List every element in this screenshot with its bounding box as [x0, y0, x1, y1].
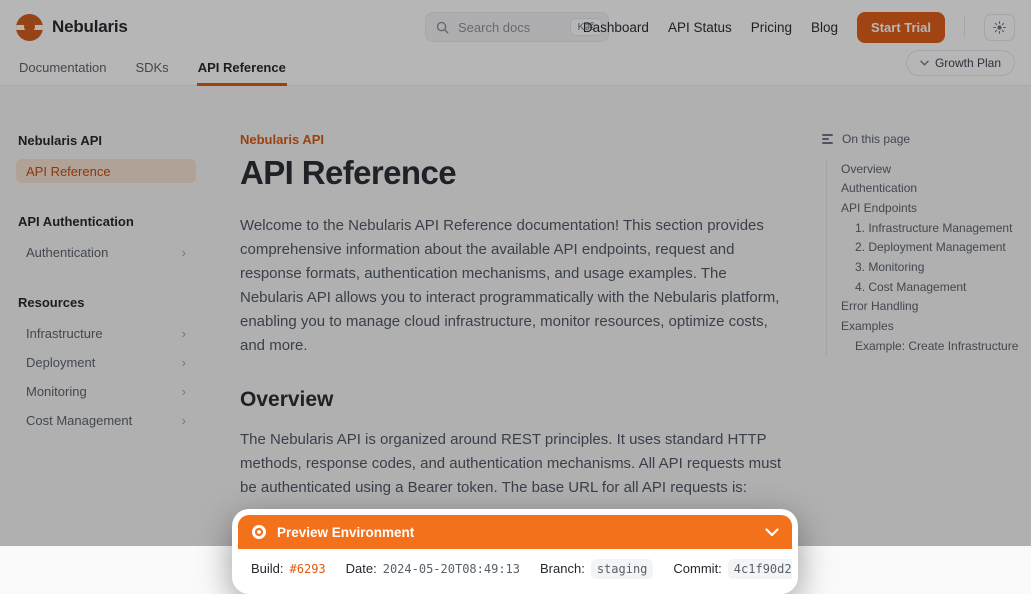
chevron-down-icon	[765, 528, 779, 537]
eye-icon	[251, 524, 267, 540]
date-label: Date:	[346, 561, 377, 576]
date-value: 2024-05-20T08:49:13	[383, 562, 520, 576]
preview-environment-details: Build: #6293 Date: 2024-05-20T08:49:13 B…	[238, 549, 792, 588]
collapse-button[interactable]	[765, 528, 779, 537]
preview-environment-title: Preview Environment	[277, 525, 414, 540]
build-value[interactable]: #6293	[290, 562, 326, 576]
commit-label: Commit:	[673, 561, 721, 576]
page: Nebularis K⌘ Dashboard API Status Pricin…	[0, 0, 1031, 546]
build-label: Build:	[251, 561, 284, 576]
branch-value: staging	[591, 559, 654, 579]
branch-info: Branch: staging	[540, 559, 653, 579]
preview-environment-header[interactable]: Preview Environment	[238, 515, 792, 549]
build-info: Build: #6293	[251, 561, 326, 576]
preview-environment-inner: Preview Environment Build: #6293 Date: 2…	[238, 515, 792, 588]
preview-environment-widget: Preview Environment Build: #6293 Date: 2…	[232, 509, 798, 594]
branch-label: Branch:	[540, 561, 585, 576]
commit-value: 4c1f90d28	[728, 559, 792, 579]
commit-info: Commit: 4c1f90d28	[673, 559, 792, 579]
spotlight-dim-overlay	[0, 0, 1031, 546]
date-info: Date: 2024-05-20T08:49:13	[346, 561, 520, 576]
